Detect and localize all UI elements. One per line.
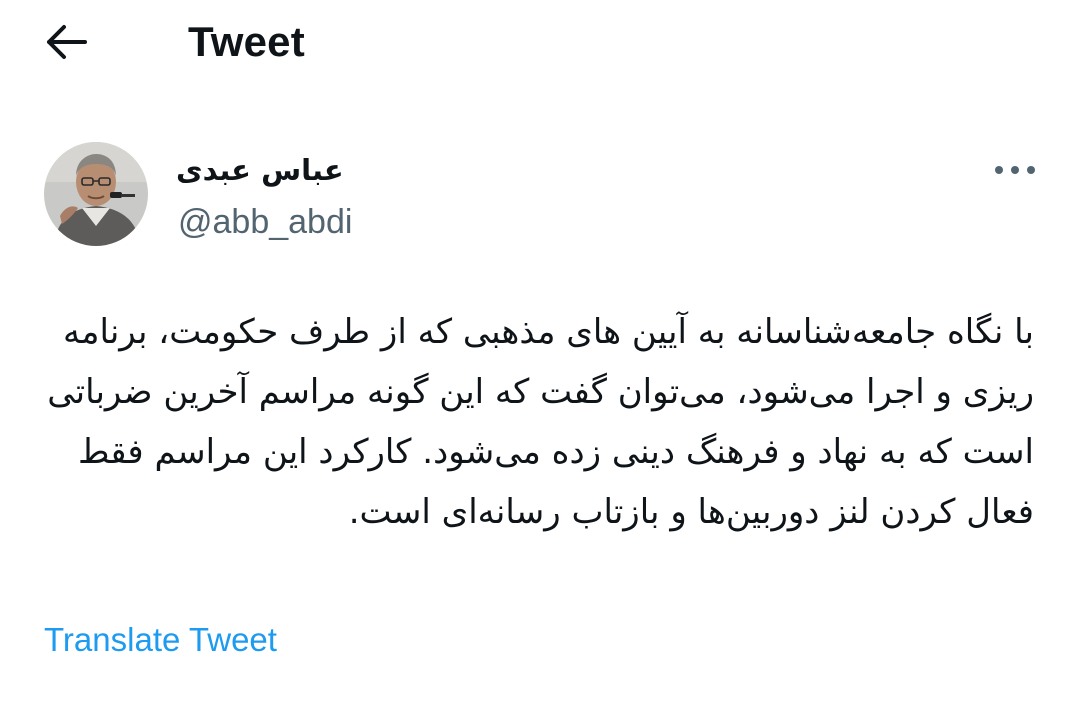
tweet-body-text: با نگاه جامعه‌شناسانه به آیین های مذهبی … (47, 312, 1034, 532)
avatar[interactable] (44, 142, 148, 246)
translate-tweet-link[interactable]: Translate Tweet (44, 618, 277, 662)
author-handle[interactable]: @abb_abdi (178, 200, 352, 244)
more-horizontal-icon (995, 166, 1035, 174)
avatar-photo (44, 142, 148, 246)
more-options-button[interactable] (990, 150, 1040, 190)
page-title: Tweet (188, 18, 305, 65)
back-button[interactable] (40, 18, 92, 66)
top-bar: Tweet (0, 0, 1080, 86)
author-display-name[interactable]: عباس عبدی (176, 148, 406, 192)
arrow-left-icon (47, 25, 87, 59)
